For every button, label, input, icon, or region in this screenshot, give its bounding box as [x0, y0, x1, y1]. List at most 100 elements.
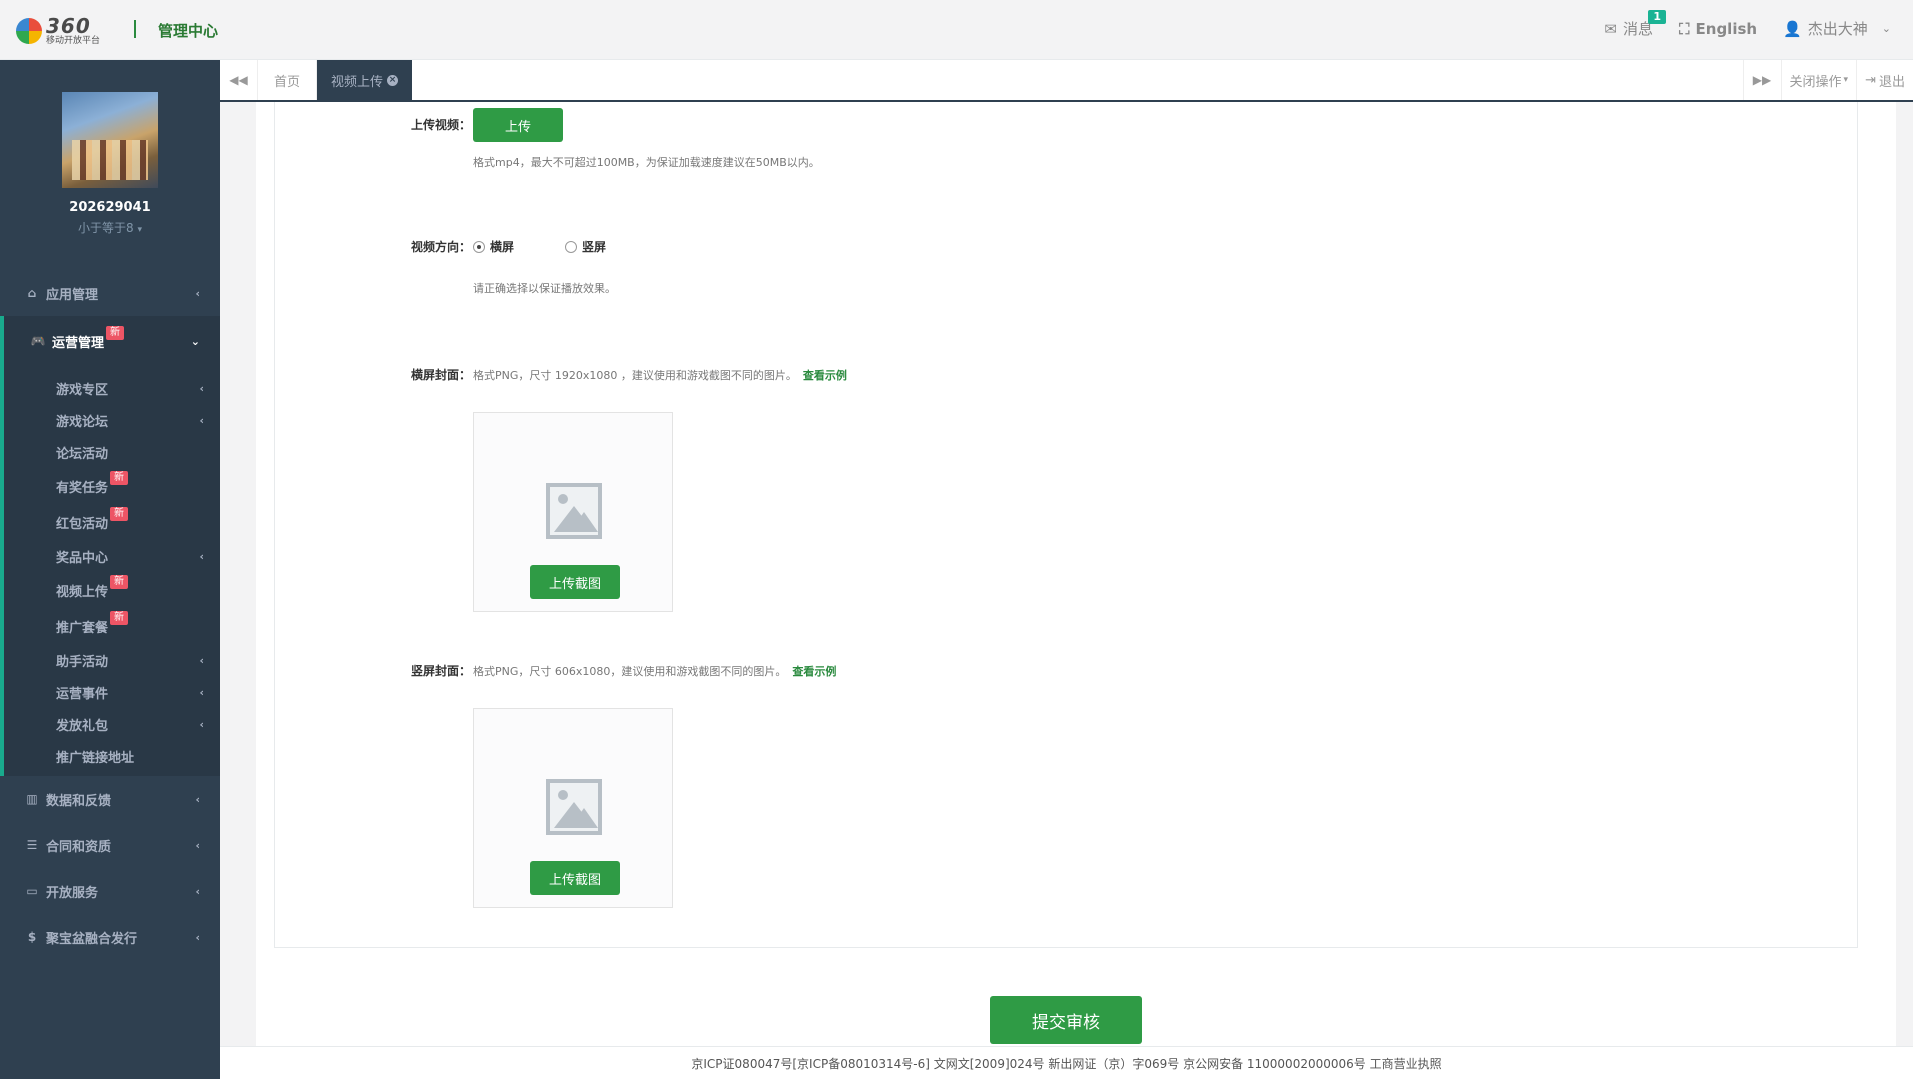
tabs-scroll-left-button[interactable]: ◀◀ [220, 60, 258, 100]
portrait-view-example-link[interactable]: 查看示例 [792, 665, 836, 678]
sidebar-subitem-promo-package[interactable]: 推广套餐新 [4, 608, 220, 644]
submit-review-button[interactable]: 提交审核 [990, 996, 1142, 1044]
tabs-bar: ◀◀ 首页 视频上传 × ▶▶ 关闭操作 ▾ ⇥ 退出 [220, 60, 1913, 102]
tabs-scroll-right-button[interactable]: ▶▶ [1742, 60, 1781, 100]
landscape-cover-upload-box[interactable]: 上传截图 [473, 412, 673, 612]
sidebar-subnav-operations: 游戏专区 ‹ 游戏论坛 ‹ 论坛活动 有奖任务新 红包活动新 奖品中心 ‹ 视频上传新… [0, 366, 220, 776]
new-badge: 新 [110, 575, 129, 589]
logo[interactable]: 360 移动开放平台 [16, 16, 100, 46]
chevron-left-icon: ‹ [195, 286, 200, 300]
portrait-upload-screenshot-button[interactable]: 上传截图 [530, 861, 620, 895]
dollar-icon: $ [27, 930, 37, 944]
user-id: 202629041 [69, 200, 151, 215]
sidebar-subitem-assistant-events[interactable]: 助手活动 ‹ [4, 644, 220, 676]
landscape-cover-hint: 格式PNG，尺寸 1920x1080 ，建议使用和游戏截图不同的图片。 [473, 369, 797, 382]
sidebar-item-app-management[interactable]: ⌂ 应用管理 ‹ [0, 270, 220, 316]
sidebar-item-jubaopen[interactable]: $ 聚宝盆融合发行 ‹ [0, 914, 220, 960]
chevron-left-icon: ‹ [199, 717, 204, 731]
bar-chart-icon: ▥ [26, 792, 38, 806]
main-content: 上传视频： 上传 格式mp4，最大不可超过100MB，为保证加载速度建议在50M… [256, 102, 1896, 1046]
close-ops-dropdown[interactable]: 关闭操作 ▾ [1780, 60, 1857, 100]
user-name: 杰出大神 [1807, 20, 1868, 38]
sidebar-subitem-gift-packs[interactable]: 发放礼包 ‹ [4, 708, 220, 740]
messages-link[interactable]: ✉ 消息 1 [1604, 10, 1667, 39]
messages-count-badge: 1 [1648, 10, 1667, 24]
language-switch[interactable]: ⛶ English [1679, 20, 1757, 38]
radio-selected-icon [473, 240, 485, 253]
landscape-view-example-link[interactable]: 查看示例 [803, 369, 847, 382]
upload-video-hint: 格式mp4，最大不可超过100MB，为保证加载速度建议在50MB以内。 [473, 156, 820, 169]
logout-button[interactable]: ⇥ 退出 [1856, 60, 1913, 100]
close-icon[interactable]: × [387, 74, 399, 86]
sign-out-icon: ⇥ [1865, 72, 1876, 88]
user-icon: 👤 [1783, 19, 1802, 38]
monitor-icon: ▭ [26, 884, 38, 898]
chevron-left-icon: ‹ [195, 792, 200, 806]
form-panel: 上传视频： 上传 格式mp4，最大不可超过100MB，为保证加载速度建议在50M… [274, 102, 1858, 948]
upload-video-button[interactable]: 上传 [473, 108, 563, 142]
caret-down-icon: ▾ [1843, 75, 1849, 85]
chevron-left-icon: ‹ [195, 838, 200, 852]
chevron-left-icon: ‹ [199, 381, 204, 395]
header-actions: ✉ 消息 1 ⛶ English 👤 杰出大神 ⌄ [1604, 10, 1891, 39]
upload-video-label: 上传视频： [411, 118, 472, 132]
home-icon: ⌂ [27, 286, 37, 300]
orientation-landscape-radio[interactable]: 横屏 [473, 238, 514, 255]
sidebar-subitem-forum-events[interactable]: 论坛活动 [4, 436, 220, 468]
chevron-left-icon: ‹ [199, 413, 204, 427]
avatar[interactable] [62, 92, 158, 188]
orientation-label: 视频方向： [411, 240, 472, 254]
double-chevron-left-icon: ◀◀ [229, 73, 248, 87]
logo-number: 360 [46, 14, 91, 38]
orientation-portrait-radio[interactable]: 竖屏 [565, 238, 606, 255]
sidebar-subitem-promo-links[interactable]: 推广链接地址 [4, 740, 220, 772]
portrait-cover-label: 竖屏封面： [411, 664, 472, 678]
user-role-dropdown[interactable]: 小于等于8 ▾ [0, 219, 220, 236]
landscape-upload-screenshot-button[interactable]: 上传截图 [530, 565, 620, 599]
new-badge: 新 [110, 507, 129, 521]
sidebar-subitem-ops-events[interactable]: 运营事件 ‹ [4, 676, 220, 708]
double-chevron-right-icon: ▶▶ [1752, 73, 1772, 87]
chevron-left-icon: ‹ [199, 685, 204, 699]
sidebar-subitem-red-packet[interactable]: 红包活动新 [4, 504, 220, 540]
sidebar-subitem-game-zone[interactable]: 游戏专区 ‹ [4, 372, 220, 404]
language-label: English [1695, 19, 1758, 38]
sidebar-subitem-video-upload[interactable]: 视频上传新 [4, 572, 220, 608]
footer: 京ICP证080047号[京ICP备08010314号-6] 文网文[2009]… [220, 1046, 1913, 1079]
portrait-cover-upload-box[interactable]: 上传截图 [473, 708, 673, 908]
sidebar-nav: ⌂ 应用管理 ‹ 🎮 运营管理 新 ⌄ 游戏专区 ‹ 游戏论坛 ‹ 论坛活动 有奖任… [0, 270, 220, 960]
image-placeholder-icon [546, 483, 602, 539]
chevron-left-icon: ‹ [195, 930, 200, 944]
sitemap-icon: ⛶ [1679, 19, 1690, 38]
sidebar-item-data-feedback[interactable]: ▥ 数据和反馈 ‹ [0, 776, 220, 822]
tab-home[interactable]: 首页 [258, 60, 318, 100]
sidebar-item-contracts[interactable]: ☰ 合同和资质 ‹ [0, 822, 220, 868]
tab-video-upload[interactable]: 视频上传 × [317, 60, 413, 100]
caret-down-icon: ▾ [137, 225, 142, 235]
new-badge: 新 [106, 326, 125, 340]
landscape-cover-hint-row: 格式PNG，尺寸 1920x1080 ，建议使用和游戏截图不同的图片。 查看示例 [473, 367, 847, 383]
header-divider [134, 20, 136, 38]
chevron-down-icon: ⌄ [1881, 22, 1891, 35]
sidebar-item-operations[interactable]: 🎮 运营管理 新 ⌄ [0, 316, 220, 366]
image-placeholder-icon [546, 779, 602, 835]
sidebar-subitem-prize-center[interactable]: 奖品中心 ‹ [4, 540, 220, 572]
page-title: 管理中心 [158, 22, 219, 40]
portrait-cover-hint-row: 格式PNG，尺寸 606x1080，建议使用和游戏截图不同的图片。 查看示例 [473, 663, 836, 679]
envelope-icon: ✉ [1604, 19, 1617, 38]
new-badge: 新 [110, 471, 129, 485]
sidebar-subitem-game-forum[interactable]: 游戏论坛 ‹ [4, 404, 220, 436]
radio-unselected-icon [565, 240, 577, 253]
footer-license-text: 京ICP证080047号[京ICP备08010314号-6] 文网文[2009]… [691, 1056, 1442, 1071]
user-menu[interactable]: 👤 杰出大神 ⌄ [1783, 18, 1891, 39]
gamepad-icon: 🎮 [30, 334, 46, 348]
new-badge: 新 [110, 611, 129, 625]
chevron-left-icon: ‹ [199, 549, 204, 563]
portrait-cover-hint: 格式PNG，尺寸 606x1080，建议使用和游戏截图不同的图片。 [473, 665, 787, 678]
sidebar: 202629041 小于等于8 ▾ ⌂ 应用管理 ‹ 🎮 运营管理 新 ⌄ 游戏… [0, 60, 220, 1079]
sidebar-subitem-reward-tasks[interactable]: 有奖任务新 [4, 468, 220, 504]
sidebar-item-open-services[interactable]: ▭ 开放服务 ‹ [0, 868, 220, 914]
logo-ball-icon [16, 18, 42, 44]
chevron-left-icon: ‹ [199, 653, 204, 667]
profile: 202629041 小于等于8 ▾ [0, 60, 220, 236]
